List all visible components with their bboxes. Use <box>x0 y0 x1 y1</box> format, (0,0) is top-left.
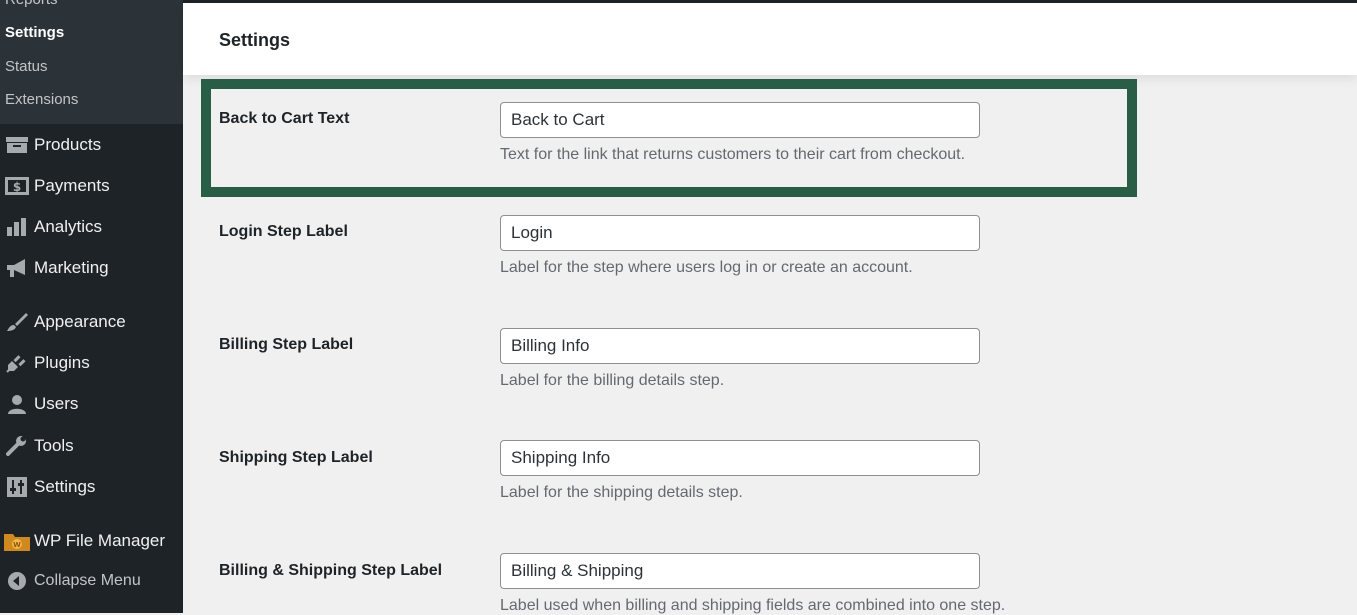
page-title: Settings <box>219 30 291 50</box>
wrench-icon <box>0 434 34 458</box>
setting-label: Login Step Label <box>219 223 348 240</box>
setting-label: Billing Step Label <box>219 336 354 353</box>
setting-description: Label for the shipping details step. <box>500 484 743 501</box>
back-to-cart-text-input[interactable] <box>500 102 980 138</box>
sidebar-item-appearance[interactable]: Appearance <box>0 302 183 342</box>
setting-description: Label for the step where users log in or… <box>500 259 913 276</box>
file-manager-icon: W <box>0 529 34 553</box>
sidebar-item-label: Settings <box>34 477 96 496</box>
payments-icon: $ <box>0 174 34 198</box>
megaphone-icon <box>0 256 34 280</box>
plugin-icon <box>0 351 34 375</box>
sliders-icon <box>0 475 34 499</box>
archive-icon <box>0 133 34 157</box>
collapse-menu-label: Collapse Menu <box>34 572 141 589</box>
sidebar-item-label: Users <box>34 394 79 413</box>
sidebar-item-payments[interactable]: $ Payments <box>0 166 183 206</box>
sidebar-item-marketing[interactable]: Marketing <box>0 248 183 288</box>
sidebar-item-products[interactable]: Products <box>0 125 183 165</box>
submenu-item-status[interactable]: Status <box>5 58 48 75</box>
sidebar-item-label: Products <box>34 135 102 154</box>
paintbrush-icon <box>0 310 34 334</box>
sidebar-item-label: Marketing <box>34 258 109 277</box>
page-header: Settings <box>183 3 1357 75</box>
setting-description: Text for the link that returns customers… <box>500 146 966 163</box>
sidebar-item-tools[interactable]: Tools <box>0 426 183 466</box>
sidebar-item-settings[interactable]: Settings <box>0 467 183 507</box>
user-icon <box>0 392 34 416</box>
bar-chart-icon <box>0 215 34 239</box>
shipping-step-label-input[interactable] <box>500 440 980 476</box>
sidebar-item-analytics[interactable]: Analytics <box>0 207 183 247</box>
sidebar-item-label: Plugins <box>34 353 90 372</box>
collapse-arrow-icon <box>0 569 34 593</box>
woocommerce-submenu: Reports Settings Status Extensions <box>0 0 183 124</box>
sidebar-item-label: Payments <box>34 176 110 195</box>
submenu-item-reports[interactable]: Reports <box>5 0 58 8</box>
setting-description: Label used when billing and shipping fie… <box>500 597 1006 614</box>
billing-shipping-step-label-input[interactable] <box>500 553 980 589</box>
admin-sidebar: Reports Settings Status Extensions Produ… <box>0 0 183 613</box>
sidebar-item-label: Appearance <box>34 312 126 331</box>
collapse-menu-button[interactable]: Collapse Menu <box>0 561 183 601</box>
highlighted-setting-frame <box>201 79 1137 197</box>
svg-text:$: $ <box>13 180 21 194</box>
submenu-item-extensions[interactable]: Extensions <box>5 91 78 108</box>
sidebar-item-users[interactable]: Users <box>0 384 183 424</box>
sidebar-item-plugins[interactable]: Plugins <box>0 343 183 383</box>
submenu-item-settings[interactable]: Settings <box>5 24 64 41</box>
sidebar-item-wp-file-manager[interactable]: W WP File Manager <box>0 521 183 561</box>
setting-label: Billing & Shipping Step Label <box>219 562 443 579</box>
sidebar-item-label: Tools <box>34 436 74 455</box>
setting-description: Label for the billing details step. <box>500 372 725 389</box>
svg-text:W: W <box>13 541 21 549</box>
setting-label: Back to Cart Text <box>219 110 350 127</box>
sidebar-item-label: WP File Manager <box>34 531 166 550</box>
sidebar-item-label: Analytics <box>34 217 103 236</box>
billing-step-label-input[interactable] <box>500 328 980 364</box>
setting-label: Shipping Step Label <box>219 449 373 466</box>
login-step-label-input[interactable] <box>500 215 980 251</box>
